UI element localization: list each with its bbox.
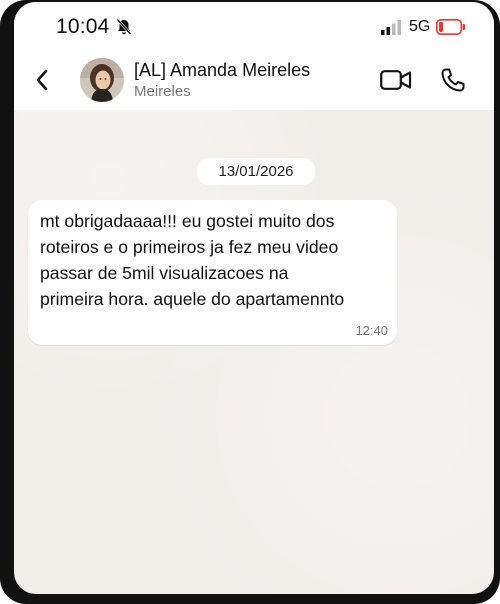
network-type-label: 5G — [409, 18, 431, 35]
battery-low-icon — [436, 19, 466, 35]
video-call-button[interactable] — [380, 67, 412, 93]
message-timestamp: 12:40 — [355, 323, 388, 338]
message-text: mt obrigadaaaa!!! eu gostei muito dos ro… — [40, 211, 345, 309]
contact-avatar[interactable] — [80, 58, 124, 102]
voice-call-button[interactable] — [440, 67, 466, 93]
video-camera-icon — [380, 70, 412, 97]
contact-name[interactable]: [AL] Amanda Meireles — [134, 60, 310, 81]
incoming-message-bubble[interactable]: mt obrigadaaaa!!! eu gostei muito dos ro… — [28, 200, 397, 345]
bell-slash-icon — [116, 18, 132, 36]
chat-screen: 10:04 5G [AL] Amanda Meireles Meireles 1… — [14, 2, 494, 594]
date-label: 13/01/2026 — [218, 163, 294, 180]
status-time: 10:04 — [56, 15, 110, 38]
status-bar: 10:04 5G — [14, 2, 494, 54]
chevron-left-icon — [34, 68, 50, 97]
date-separator: 13/01/2026 — [197, 158, 315, 185]
signal-bars-icon — [381, 19, 403, 35]
chat-header: [AL] Amanda Meireles Meireles — [14, 54, 494, 110]
phone-frame: 10:04 5G [AL] Amanda Meireles Meireles 1… — [0, 0, 500, 604]
back-button[interactable] — [26, 66, 58, 98]
phone-icon — [440, 68, 466, 97]
contact-subtitle: Meireles — [134, 83, 191, 100]
